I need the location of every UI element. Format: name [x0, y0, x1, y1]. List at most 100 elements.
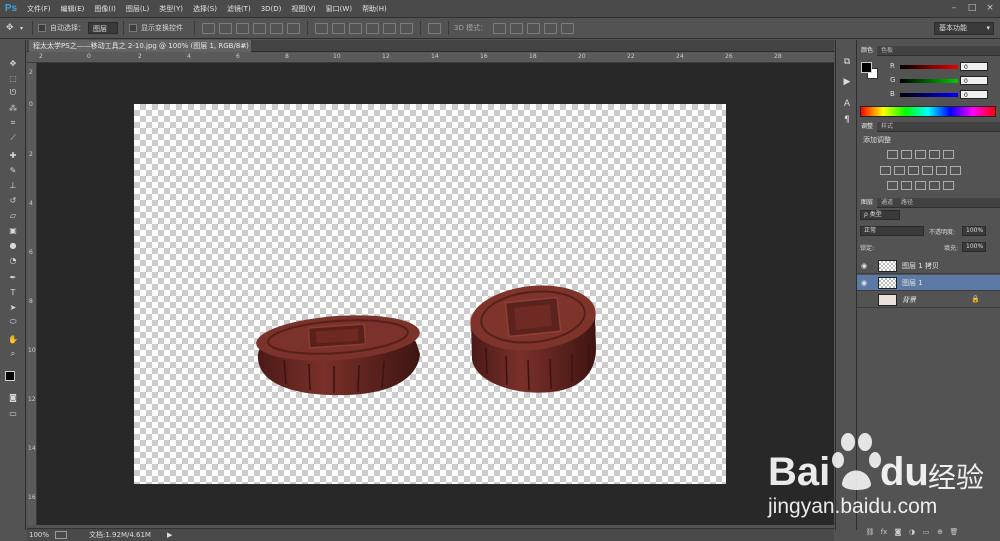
eye-icon[interactable]: ◉ [861, 279, 870, 287]
menu-file[interactable]: 文件(F) [22, 0, 56, 18]
quick-select-tool-icon[interactable]: ⁂ [4, 101, 22, 115]
menu-edit[interactable]: 编辑(E) [56, 0, 90, 18]
crop-tool-icon[interactable]: ⌗ [4, 116, 22, 130]
menu-3d[interactable]: 3D(D) [256, 0, 287, 18]
distribute-right-icon[interactable] [400, 22, 414, 34]
eraser-tool-icon[interactable]: ▱ [4, 208, 22, 222]
path-select-tool-icon[interactable]: ➤ [4, 300, 22, 314]
menu-view[interactable]: 视图(V) [286, 0, 320, 18]
status-menu-arrow-icon[interactable]: ▶ [167, 529, 172, 541]
layer-row-1[interactable]: ◉ 图层 1 [857, 275, 1000, 291]
move-tool-icon[interactable]: ✥ [4, 56, 22, 70]
color-spectrum-ramp[interactable] [860, 106, 996, 117]
eye-hidden-icon[interactable] [861, 296, 870, 304]
posterize-icon[interactable] [901, 181, 912, 190]
vibrance-icon[interactable] [943, 150, 954, 159]
align-bottom-icon[interactable] [236, 22, 250, 34]
tab-channels[interactable]: 通道 [877, 198, 897, 208]
brush-tool-icon[interactable]: ✎ [4, 163, 22, 177]
link-layers-icon[interactable]: ⛓ [865, 528, 875, 538]
menu-select[interactable]: 选择(S) [188, 0, 222, 18]
hue-saturation-icon[interactable] [880, 166, 891, 175]
screen-mode-icon[interactable]: ▭ [4, 406, 22, 420]
move-tool-icon[interactable]: ✥ [6, 23, 20, 33]
fill-field[interactable]: 100% [962, 242, 986, 252]
type-tool-icon[interactable]: T [4, 285, 22, 299]
color-balance-icon[interactable] [894, 166, 905, 175]
actions-icon[interactable]: ▶ [840, 76, 854, 88]
tab-layers[interactable]: 图层 [857, 198, 878, 208]
add-mask-icon[interactable]: ◙ [893, 528, 903, 538]
blend-mode-dropdown[interactable]: 正常 [860, 226, 924, 236]
align-top-icon[interactable] [202, 22, 216, 34]
shape-tool-icon[interactable]: ⬭ [4, 315, 22, 329]
blue-slider[interactable] [900, 93, 958, 97]
hand-tool-icon[interactable]: ✋ [4, 332, 22, 346]
layer-style-icon[interactable]: fx [879, 528, 889, 538]
invert-icon[interactable] [887, 181, 898, 190]
close-icon[interactable]: × [982, 2, 998, 15]
maximize-icon[interactable]: □ [964, 2, 980, 15]
auto-select-checkbox[interactable] [38, 24, 47, 32]
gradient-map-icon[interactable] [943, 181, 954, 190]
green-value[interactable]: 0 [960, 76, 988, 85]
gradient-tool-icon[interactable]: ▣ [4, 223, 22, 237]
menu-filter[interactable]: 滤镜(T) [222, 0, 256, 18]
layer-kind-filter[interactable]: ρ 类型 [860, 210, 900, 220]
zoom-tool-icon[interactable]: ⌕ [4, 347, 22, 361]
levels-icon[interactable] [901, 150, 912, 159]
document-canvas[interactable] [134, 104, 726, 484]
black-white-icon[interactable] [908, 166, 919, 175]
red-value[interactable]: 0 [960, 62, 988, 71]
zoom-level[interactable]: 100% [29, 529, 49, 541]
photo-filter-icon[interactable] [922, 166, 933, 175]
tab-adjustments[interactable]: 调整 [857, 122, 878, 132]
quick-mask-icon[interactable]: ◙ [4, 390, 22, 404]
align-right-icon[interactable] [287, 22, 301, 34]
channel-mixer-icon[interactable] [936, 166, 947, 175]
align-hcenter-icon[interactable] [270, 22, 284, 34]
exposure-icon[interactable] [929, 150, 940, 159]
healing-brush-tool-icon[interactable]: ✚ [4, 148, 22, 162]
tab-styles[interactable]: 样式 [877, 122, 897, 132]
brightness-icon[interactable] [887, 150, 898, 159]
blue-value[interactable]: 0 [960, 90, 988, 99]
eyedropper-tool-icon[interactable]: ⟋ [4, 131, 22, 145]
minimize-icon[interactable]: – [946, 2, 962, 15]
tab-paths[interactable]: 路径 [897, 198, 917, 208]
align-vcenter-icon[interactable] [219, 22, 233, 34]
character-icon[interactable]: A [840, 98, 854, 110]
fg-color-chip[interactable] [861, 62, 872, 73]
paragraph-icon[interactable]: ¶ [840, 114, 854, 126]
layer-row-1-copy[interactable]: ◉ 图层 1 拷贝 [857, 258, 1000, 274]
foreground-color-swatch[interactable] [5, 371, 15, 381]
eye-icon[interactable]: ◉ [861, 262, 870, 270]
distribute-left-icon[interactable] [366, 22, 380, 34]
tab-color[interactable]: 颜色 [857, 46, 878, 56]
marquee-tool-icon[interactable]: ⬚ [4, 71, 22, 85]
new-adjustment-icon[interactable]: ◑ [907, 528, 917, 538]
show-transform-checkbox[interactable] [129, 24, 138, 32]
selective-color-icon[interactable] [929, 181, 940, 190]
pen-tool-icon[interactable]: ✒ [4, 270, 22, 284]
menu-image[interactable]: 图像(I) [89, 0, 121, 18]
new-layer-icon[interactable]: ⊕ [935, 528, 945, 538]
distribute-hcenter-icon[interactable] [383, 22, 397, 34]
dodge-tool-icon[interactable]: ◔ [4, 253, 22, 267]
rotate-3d-icon[interactable] [493, 22, 507, 34]
close-tab-icon[interactable]: × [241, 40, 247, 52]
distribute-vcenter-icon[interactable] [332, 22, 346, 34]
distribute-top-icon[interactable] [315, 22, 329, 34]
blur-tool-icon[interactable]: ● [4, 238, 22, 252]
auto-align-icon[interactable] [428, 22, 442, 34]
menu-window[interactable]: 窗口(W) [321, 0, 357, 18]
green-slider[interactable] [900, 79, 958, 83]
layer-row-background[interactable]: 背景 🔒 [857, 292, 1000, 308]
drag-3d-icon[interactable] [527, 22, 541, 34]
auto-select-dropdown[interactable]: 图层 [88, 22, 119, 34]
history-brush-tool-icon[interactable]: ↺ [4, 193, 22, 207]
slide-3d-icon[interactable] [544, 22, 558, 34]
history-icon[interactable]: ⧉ [840, 56, 854, 68]
menu-help[interactable]: 帮助(H) [357, 0, 392, 18]
export-icon[interactable] [55, 531, 67, 539]
